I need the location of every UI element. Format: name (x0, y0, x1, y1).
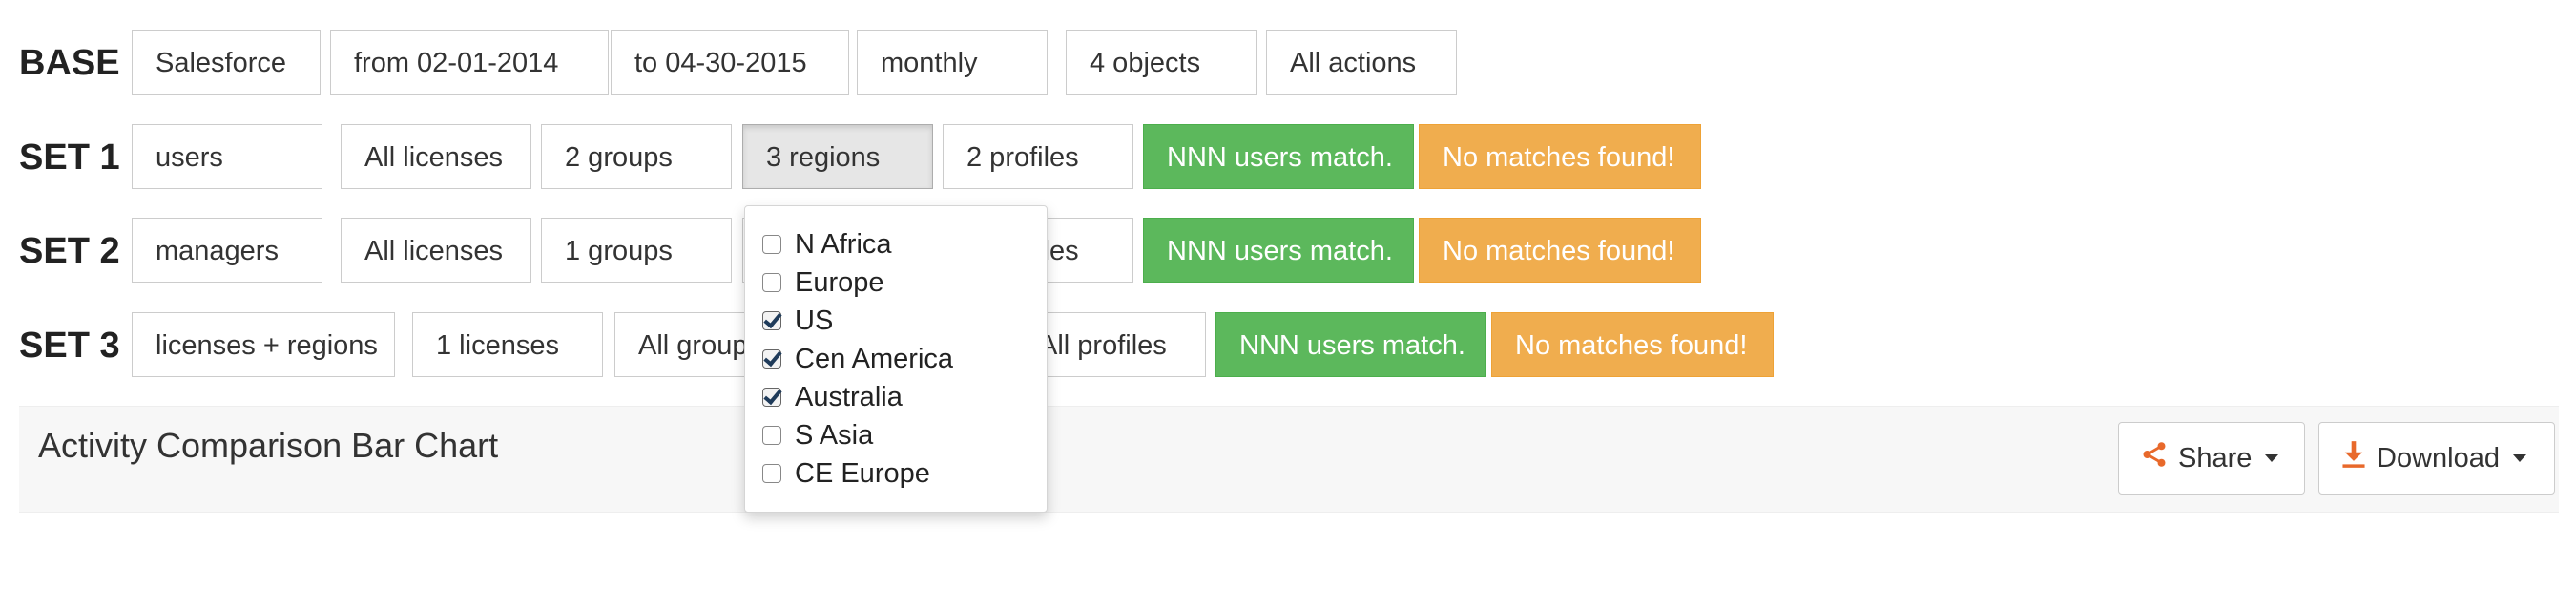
checkbox-checked[interactable] (762, 388, 781, 407)
set-1-regions-filter[interactable]: 3 regions (742, 124, 933, 189)
set-2-status-badge[interactable]: No matches found! (1419, 218, 1701, 283)
base-objects-filter[interactable]: 4 objects (1066, 30, 1257, 95)
set-2-label: SET 2 (19, 231, 120, 271)
checkbox[interactable] (762, 273, 781, 292)
set-3-status-badge[interactable]: No matches found! (1491, 312, 1774, 377)
chart-panel-header: Activity Comparison Bar Chart Share Down… (19, 406, 2559, 513)
set-2-groups-filter[interactable]: 1 groups (541, 218, 732, 283)
set-2-user-type-filter[interactable]: managers (132, 218, 322, 283)
checkbox[interactable] (762, 426, 781, 445)
region-option-cen-america[interactable]: Cen America (745, 340, 1047, 378)
set-1-user-type-filter[interactable]: users (132, 124, 322, 189)
checkbox[interactable] (762, 464, 781, 483)
base-interval-filter[interactable]: monthly (857, 30, 1048, 95)
set-3-licenses-filter[interactable]: 1 licenses (412, 312, 603, 377)
chart-title: Activity Comparison Bar Chart (38, 426, 499, 465)
set-3-user-type-filter[interactable]: licenses + regions (132, 312, 395, 377)
set-1-status-badge[interactable]: No matches found! (1419, 124, 1701, 189)
download-button[interactable]: Download (2318, 422, 2555, 495)
set-2-match-count-button[interactable]: NNN users match. (1143, 218, 1414, 283)
region-option-us[interactable]: US (745, 302, 1047, 340)
region-option-label: Cen America (795, 343, 954, 374)
checkbox-checked[interactable] (762, 311, 781, 330)
region-option-label: Australia (795, 381, 903, 412)
set-1-groups-filter[interactable]: 2 groups (541, 124, 732, 189)
region-option-australia[interactable]: Australia (745, 378, 1047, 416)
region-option-label: US (795, 305, 834, 336)
set-3-label: SET 3 (19, 326, 120, 366)
region-option-ce-europe[interactable]: CE Europe (745, 454, 1047, 493)
share-icon (2140, 440, 2169, 476)
set-1-profiles-filter[interactable]: 2 profiles (943, 124, 1133, 189)
region-option-europe[interactable]: Europe (745, 263, 1047, 302)
base-to-date-filter[interactable]: to 04-30-2015 (611, 30, 849, 95)
checkbox-checked[interactable] (762, 349, 781, 369)
chevron-down-icon (2512, 454, 2526, 462)
base-source-filter[interactable]: Salesforce (132, 30, 321, 95)
share-button[interactable]: Share (2118, 422, 2305, 495)
set-3-match-count-button[interactable]: NNN users match. (1215, 312, 1486, 377)
region-option-label: N Africa (795, 228, 892, 260)
set-1-label: SET 1 (19, 137, 120, 178)
set-1-match-count-button[interactable]: NNN users match. (1143, 124, 1414, 189)
region-option-s-asia[interactable]: S Asia (745, 416, 1047, 454)
region-option-label: Europe (795, 266, 884, 298)
download-icon (2340, 440, 2367, 476)
region-option-n-africa[interactable]: N Africa (745, 225, 1047, 263)
region-option-label: CE Europe (795, 457, 930, 489)
region-option-label: S Asia (795, 419, 874, 451)
base-label: BASE (19, 43, 120, 83)
chevron-down-icon (2265, 454, 2279, 462)
regions-dropdown-menu: N Africa Europe US Cen America Australia… (744, 205, 1048, 513)
checkbox[interactable] (762, 235, 781, 254)
set-2-licenses-filter[interactable]: All licenses (341, 218, 531, 283)
download-label: Download (2377, 442, 2500, 474)
base-from-date-filter[interactable]: from 02-01-2014 (330, 30, 609, 95)
set-1-licenses-filter[interactable]: All licenses (341, 124, 531, 189)
base-actions-filter[interactable]: All actions (1266, 30, 1457, 95)
share-label: Share (2178, 442, 2253, 474)
